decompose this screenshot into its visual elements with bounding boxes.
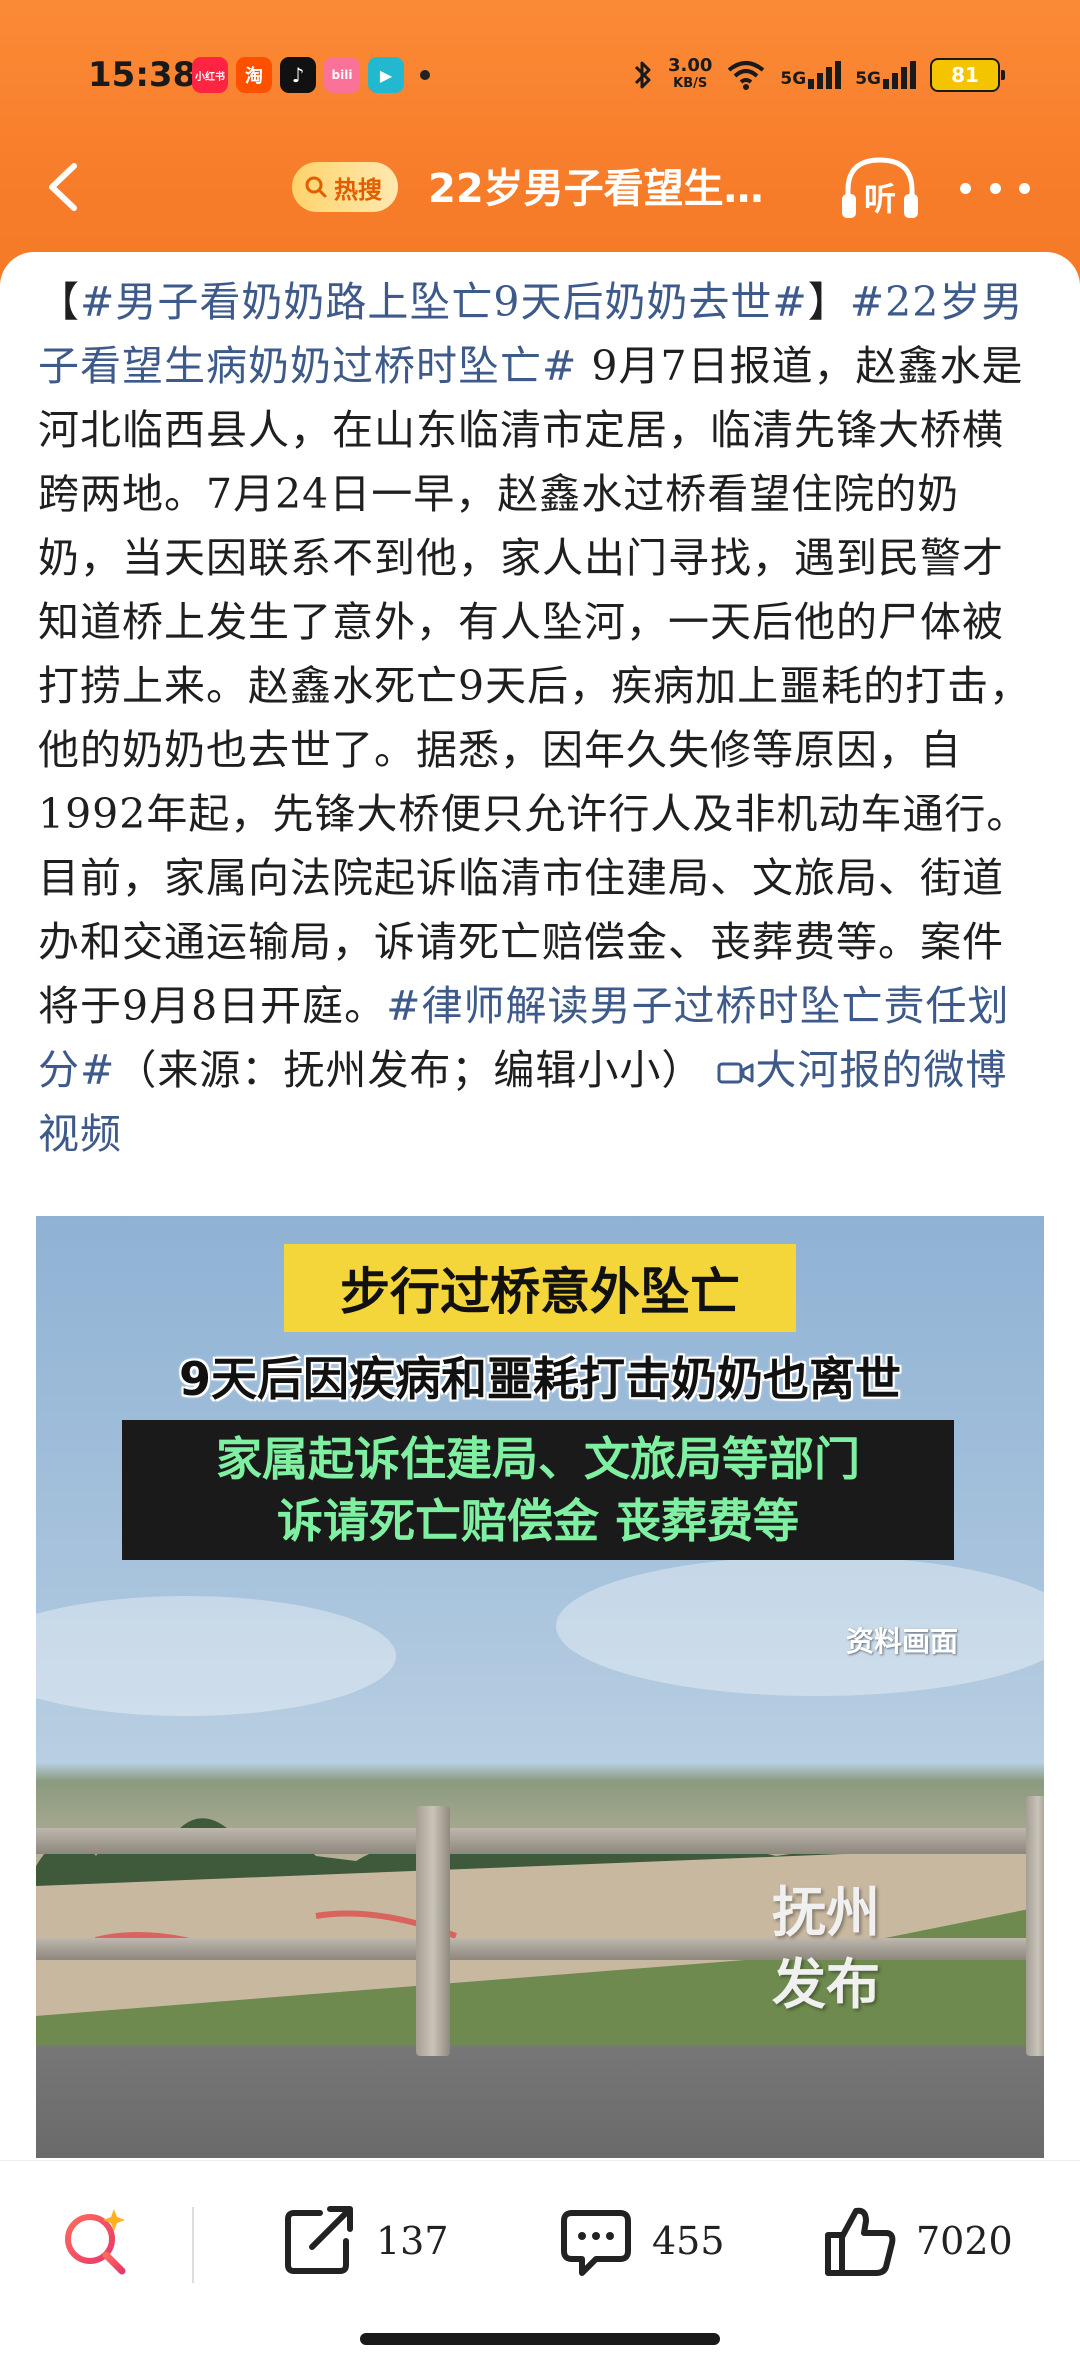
signal-bars-icon [808,61,842,89]
cloud [556,1556,1044,1696]
bottom-action-bar: 137 455 7020 [0,2160,1080,2373]
video-caption-box: 家属起诉住建局、文旅局等部门 诉请死亡赔偿金 丧葬费等 [122,1420,954,1560]
bluetooth-icon [634,61,651,89]
archive-footage-label: 资料画面 [846,1625,959,1658]
nav-bar: 热搜 22岁男子看望生… 听 [0,140,1080,235]
comment-count: 455 [652,2219,725,2263]
battery-icon: 81 [930,58,1005,92]
battery-level: 81 [951,63,979,87]
page-title: 22岁男子看望生… [428,166,764,212]
railing-bar [36,1828,1044,1854]
video-caption-line: 家属起诉住建局、文旅局等部门 [216,1432,860,1486]
search-icon [305,176,327,198]
like-count: 7020 [916,2219,1013,2263]
video-caption-line: 诉请死亡赔偿金 丧葬费等 [276,1494,799,1548]
listen-label: 听 [863,180,896,218]
hashtag-link[interactable]: #男子看奶奶路上坠亡9天后奶奶去世# [80,278,808,326]
back-button[interactable] [36,154,96,220]
douyin-app-icon: ♪ [280,57,316,93]
cloud [36,1596,396,1716]
bracket-open: 【 [38,278,80,326]
bracket-close: 】 [807,278,850,326]
net-speed-value: 3.00 [667,55,713,76]
video-app-icon: ▶ [368,57,404,93]
source-watermark: 抚州发布 [772,1880,880,2016]
signal-bars-icon [883,61,916,89]
ai-search-button[interactable] [56,2201,136,2281]
post-source: （来源：抚州发布；编辑小小） [115,1046,704,1094]
chevron-left-icon [49,163,77,211]
taobao-app-icon: 淘 [236,57,272,93]
share-button[interactable]: 137 [280,2201,449,2281]
ai-search-icon [65,2209,126,2275]
bridge-deck [36,2046,1044,2158]
divider [192,2207,194,2283]
like-button[interactable]: 7020 [820,2201,1013,2281]
listen-button[interactable]: 听 [838,150,922,224]
more-notifications-dot [420,70,430,80]
signal-5g-1: 5G [780,61,842,89]
comment-icon [561,2210,631,2276]
xiaohongshu-app-icon: 小红书 [192,57,228,93]
video-caption-subtitle: 9天后因疾病和噩耗打击奶奶也离世 [178,1352,901,1406]
status-right: 3.00 KB/S 5G 5G 81 [632,57,1005,93]
notification-app-icons: 小红书 淘 ♪ bili ▶ [192,57,430,93]
video-camera-icon [717,1062,754,1084]
bilibili-app-icon: bili [324,57,360,93]
more-dot-icon [1019,182,1030,194]
hot-search-label: 热搜 [334,175,382,204]
hot-search-badge[interactable]: 热搜 [292,162,398,212]
share-count: 137 [376,2219,449,2263]
comment-button[interactable]: 455 [556,2201,725,2281]
thumbs-up-icon [825,2207,896,2276]
railing-post [416,1806,450,2056]
signal-5g-label: 5G [855,69,881,89]
more-dot-icon [960,182,971,194]
more-dot-icon [989,182,1001,194]
railing-post [1026,1796,1044,2056]
status-bar: 15:38 小红书 淘 ♪ bili ▶ 3.00 KB/S 5G 5G 81 [0,40,1080,110]
share-icon [285,2206,353,2274]
post-body: 【#男子看奶奶路上坠亡9天后奶奶去世#】#22岁男子看望生病奶奶过桥时坠亡# 9… [38,270,1038,1166]
net-speed: 3.00 KB/S [668,57,712,93]
post-body-text: 9月7日报道，赵鑫水是河北临西县人，在山东临清市定居，临清先锋大桥横跨两地。7月… [38,342,1032,1030]
signal-5g-label: 5G [780,69,807,89]
net-speed-unit: KB/S [673,76,708,91]
video-player[interactable]: 步行过桥意外坠亡 9天后因疾病和噩耗打击奶奶也离世 家属起诉住建局、文旅局等部门… [36,1216,1044,2158]
more-options-button[interactable] [960,168,1030,208]
wifi-icon [728,61,765,90]
signal-5g-2: 5G [855,61,916,89]
home-indicator[interactable] [360,2333,720,2345]
status-time: 15:38 [88,55,197,95]
video-caption-title: 步行过桥意外坠亡 [284,1244,796,1332]
